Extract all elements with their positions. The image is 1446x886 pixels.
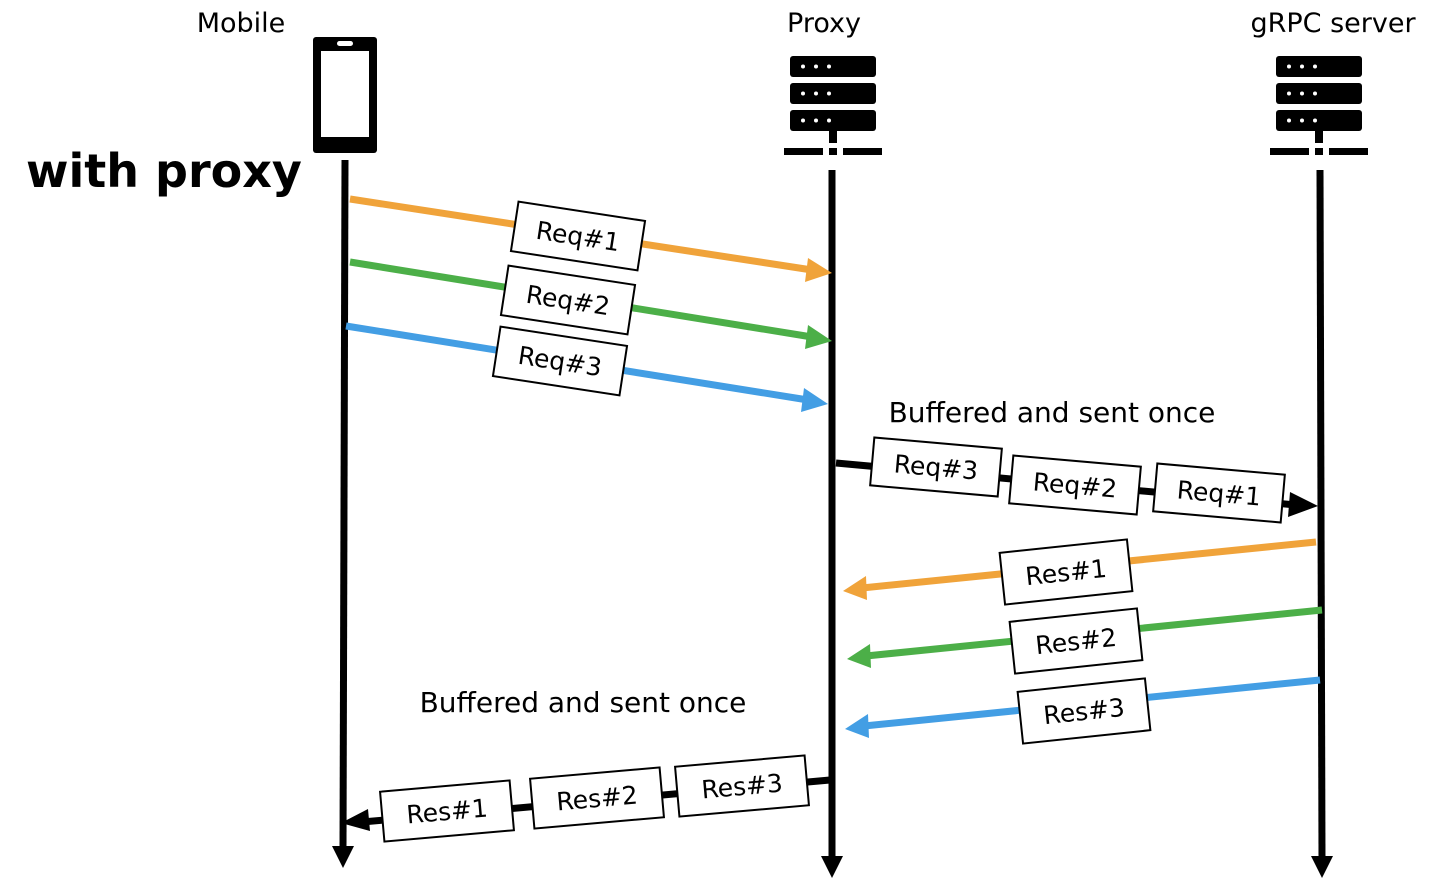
request-arrow-3: Req#3	[345, 322, 828, 412]
participant-label-mobile: Mobile	[197, 8, 286, 39]
buffered-note-proxy: Buffered and sent once	[889, 396, 1216, 429]
participant-label-server: gRPC server	[1250, 8, 1416, 39]
phone-icon	[313, 37, 377, 153]
response-arrow-3: Res#3	[845, 676, 1321, 745]
participant-label-proxy: Proxy	[787, 8, 861, 39]
lifeline-proxy	[821, 170, 843, 878]
response-arrow-2: Res#2	[847, 606, 1323, 675]
response-arrow-1: Res#1	[843, 538, 1317, 606]
buffered-note-mobile: Buffered and sent once	[420, 686, 747, 719]
lifeline-server	[1311, 169, 1333, 878]
sequence-diagram: with proxy Mobile Proxy gRPC server Req#…	[26, 8, 1416, 878]
server-icon	[1270, 56, 1368, 155]
request-arrow-1: Req#1	[349, 195, 832, 282]
batched-response-arrow: Res#1 Res#2 Res#3	[341, 754, 831, 843]
batched-request-arrow: Req#3 Req#2 Req#1	[835, 436, 1318, 524]
lifeline-mobile	[332, 159, 354, 868]
server-icon	[784, 56, 882, 155]
diagram-title: with proxy	[26, 144, 302, 198]
